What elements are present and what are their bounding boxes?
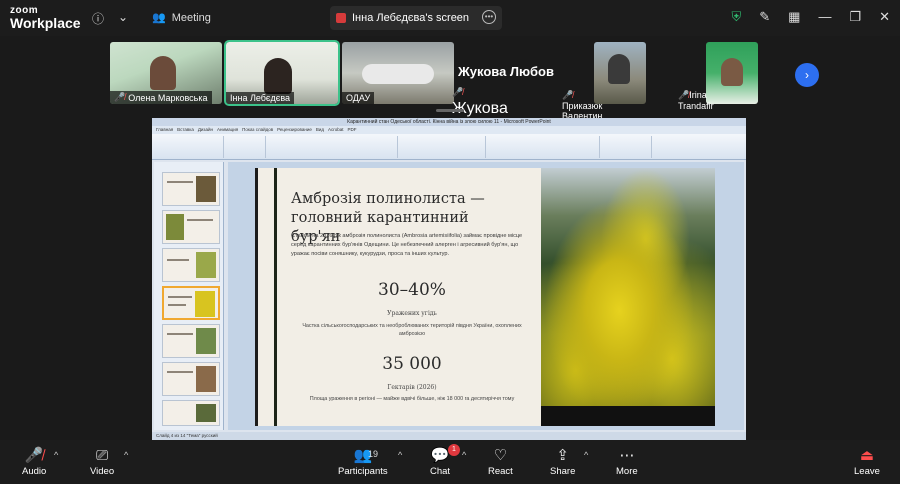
shared-screen: Карантинний стан Одеської області. Кінна… <box>152 118 746 440</box>
stat-value: 35 000 <box>382 354 442 374</box>
restore-icon[interactable]: ❐ <box>849 9 861 25</box>
mic-muted-icon: 🎤̸ <box>114 92 126 102</box>
conference-table <box>362 64 434 84</box>
ribbon-tab[interactable]: Показ слайдов <box>242 126 273 134</box>
stat-note: Частка сільськогосподарських та необробл… <box>302 323 522 337</box>
ribbon-group-clipboard[interactable] <box>154 136 224 158</box>
annotate-icon[interactable]: ✎ <box>759 9 770 25</box>
share-button[interactable]: ⇪ Share <box>550 446 575 477</box>
leave-icon: ⏏ <box>859 447 875 464</box>
next-page-button[interactable]: › <box>795 63 819 87</box>
avatar <box>608 54 630 84</box>
info-icon[interactable]: ⓘ <box>92 10 104 27</box>
ribbon-group-paragraph[interactable] <box>400 136 486 158</box>
stat-label: Уражених угідь <box>387 310 437 317</box>
more-icon: ⋯ <box>619 447 635 464</box>
chat-button[interactable]: 💬 1 Chat <box>430 444 460 477</box>
slide-thumbnail[interactable] <box>162 362 220 396</box>
ragweed-photo <box>541 168 715 406</box>
ribbon-tab[interactable]: Главная <box>156 126 173 134</box>
participants-icon: 👥 <box>353 447 373 464</box>
powerpoint-status-bar: Слайд 4 из 14 "Тема" русский <box>152 432 746 440</box>
share-indicator-icon <box>336 13 346 23</box>
meeting-controls: 🎤̸ Audio ^ ⎚ Video ^ 👥 19 Participants ^… <box>0 440 900 484</box>
audio-options-caret[interactable]: ^ <box>54 450 58 460</box>
participant-tile[interactable]: ОДАУ <box>342 42 454 104</box>
leave-button[interactable]: ⏏ Leave <box>854 446 880 477</box>
slide-thumbnail[interactable] <box>162 248 220 282</box>
participant-label: 🎤̸Irina Trandafir <box>678 90 714 111</box>
chevron-down-icon[interactable]: ⌄ <box>118 10 128 24</box>
video-button[interactable]: ⎚ Video <box>90 446 114 477</box>
ribbon-group-slides[interactable] <box>226 136 266 158</box>
close-icon[interactable]: ✕ <box>879 9 890 25</box>
mic-muted-icon: 🎤̸ <box>678 90 690 100</box>
avatar <box>150 56 176 90</box>
participants-options-caret[interactable]: ^ <box>398 450 402 460</box>
minimize-icon[interactable]: — <box>818 9 831 25</box>
featured-participant-name: Жукова Любов <box>458 64 554 79</box>
meeting-button[interactable]: 👥 Meeting <box>152 11 211 25</box>
chat-unread-badge: 1 <box>448 444 460 456</box>
chevron-right-icon: › <box>805 68 809 82</box>
stat-note: Площа ураження в регіоні — майже вдвічі … <box>309 396 515 402</box>
screen-share-tab[interactable]: Інна Лебєдєва's screen ••• <box>330 6 502 30</box>
heart-icon: ♡ <box>493 447 508 464</box>
chat-options-caret[interactable]: ^ <box>462 450 466 460</box>
slide-thumbnail-selected[interactable] <box>162 286 220 320</box>
mic-muted-icon: 🎤̸ <box>562 90 574 100</box>
slide-thumbnail[interactable] <box>162 172 220 206</box>
window-controls: ⛨ ✎ ▦ — ❐ ✕ <box>731 9 890 25</box>
ribbon-group-drawing[interactable] <box>488 136 600 158</box>
ribbon-tab[interactable]: Рецензирование <box>277 126 312 134</box>
share-screen-icon: ⇪ <box>556 447 569 464</box>
slide-thumbnails-pane <box>154 162 224 430</box>
slide-thumbnail[interactable] <box>162 324 220 358</box>
slide-body: Станом на 2026 рік амброзія полинолиста … <box>291 233 523 257</box>
audio-button[interactable]: 🎤̸ Audio <box>22 446 46 477</box>
more-options-icon[interactable]: ••• <box>482 10 496 24</box>
current-slide[interactable]: Амброзія полинолиста — головний карантин… <box>255 168 715 426</box>
slide-accent-bar <box>274 168 277 426</box>
mic-off-icon: 🎤̸ <box>24 447 44 464</box>
view-icon[interactable]: ▦ <box>788 9 800 25</box>
resize-handle[interactable] <box>436 109 464 112</box>
participant-tile[interactable]: 🎤̸ Олена Марковська <box>110 42 222 104</box>
stat-label: Гектарів (2026) <box>387 384 437 391</box>
video-camera-icon: ⎚ <box>96 447 109 464</box>
slide-thumbnail[interactable] <box>162 210 220 244</box>
ribbon-tab[interactable]: PDF <box>348 126 357 134</box>
top-bar: zoom Workplace ⓘ ⌄ 👥 Meeting Інна Лебєдє… <box>0 0 900 36</box>
ribbon-tab[interactable]: Анимация <box>217 126 238 134</box>
ribbon-tabs: Главная Вставка Дизайн Анимация Показ сл… <box>152 126 746 134</box>
more-button[interactable]: ⋯ More <box>616 446 638 477</box>
slide-thumbnail[interactable] <box>162 400 220 426</box>
ribbon-tab[interactable]: Дизайн <box>198 126 213 134</box>
people-icon: 👥 <box>152 12 166 24</box>
participants-button[interactable]: 👥 19 Participants <box>338 446 388 477</box>
ribbon-tab[interactable]: Acrobat <box>328 126 344 134</box>
mic-muted-icon: 🎤̸ <box>452 87 464 97</box>
share-options-caret[interactable]: ^ <box>584 450 588 460</box>
participant-tile[interactable] <box>706 42 758 104</box>
ribbon-group-font[interactable] <box>268 136 398 158</box>
avatar <box>721 58 743 86</box>
ribbon-toolbar <box>152 134 746 160</box>
shield-icon[interactable]: ⛨ <box>731 9 741 25</box>
stat-value: 30–40% <box>378 280 446 300</box>
avatar <box>264 58 292 94</box>
powerpoint-title-bar: Карантинний стан Одеської області. Кінна… <box>152 118 746 126</box>
ribbon-group-editing[interactable] <box>602 136 652 158</box>
react-button[interactable]: ♡ React <box>488 446 513 477</box>
participant-tile-active[interactable]: Інна Лебєдєва <box>224 40 340 106</box>
ribbon-tab[interactable]: Вид <box>316 126 324 134</box>
zoom-logo: zoom Workplace <box>10 5 81 31</box>
ribbon-tab[interactable]: Вставка <box>177 126 194 134</box>
video-options-caret[interactable]: ^ <box>124 450 128 460</box>
